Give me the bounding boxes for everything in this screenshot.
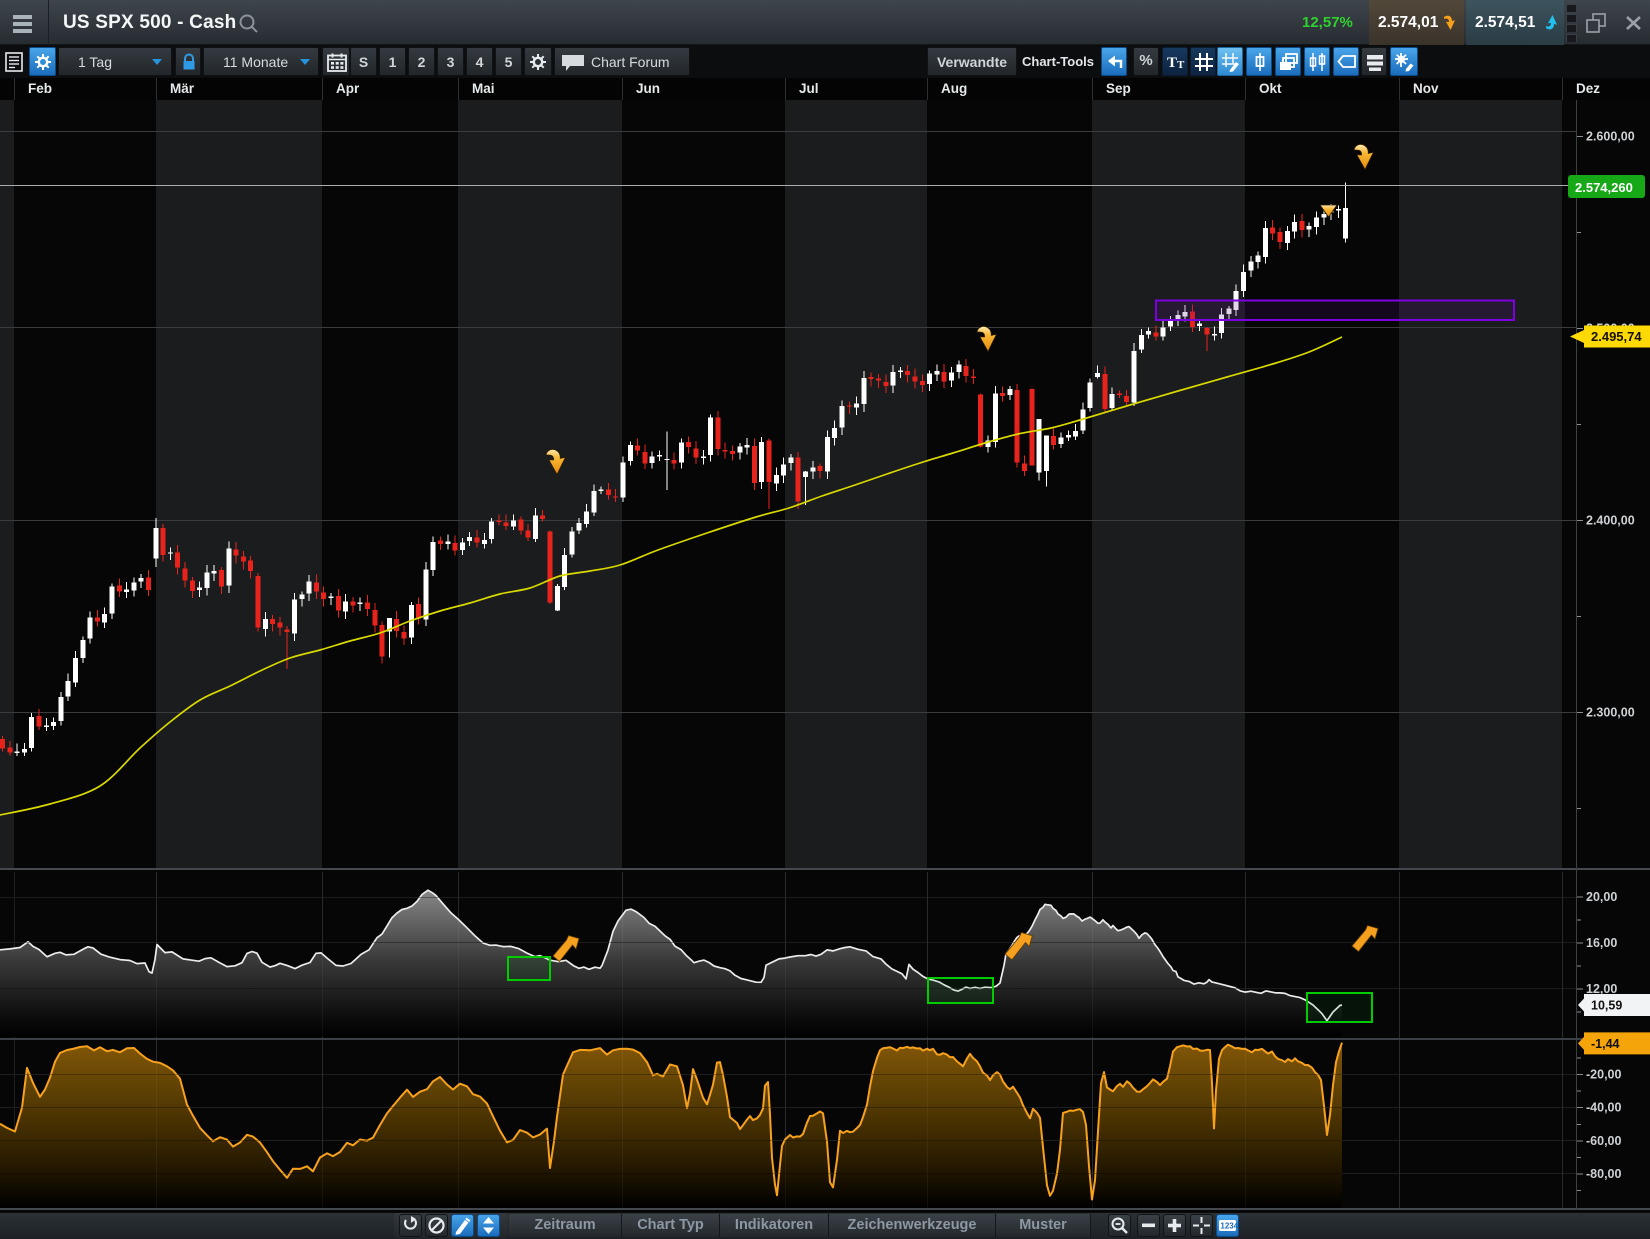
svg-text:T: T [1177, 59, 1185, 71]
svg-text:2.300,00: 2.300,00 [1586, 706, 1635, 720]
svg-text:T: T [1167, 55, 1177, 71]
svg-text:12,00: 12,00 [1586, 982, 1617, 996]
svg-text:2.495,74: 2.495,74 [1591, 329, 1642, 344]
svg-text:-20,00: -20,00 [1586, 1068, 1621, 1082]
svg-text:16,00: 16,00 [1586, 936, 1617, 950]
svg-text:-40,00: -40,00 [1586, 1101, 1621, 1115]
svg-text:20,00: 20,00 [1586, 890, 1617, 904]
svg-text:2.574,260: 2.574,260 [1575, 180, 1633, 195]
svg-text:-60,00: -60,00 [1586, 1134, 1621, 1148]
svg-text:1234: 1234 [1220, 1222, 1238, 1231]
svg-text:2.400,00: 2.400,00 [1586, 514, 1635, 528]
svg-text:10,59: 10,59 [1591, 999, 1622, 1013]
svg-text:2.600,00: 2.600,00 [1586, 130, 1635, 144]
svg-text:-80,00: -80,00 [1586, 1167, 1621, 1181]
svg-text:-1,44: -1,44 [1591, 1037, 1620, 1051]
